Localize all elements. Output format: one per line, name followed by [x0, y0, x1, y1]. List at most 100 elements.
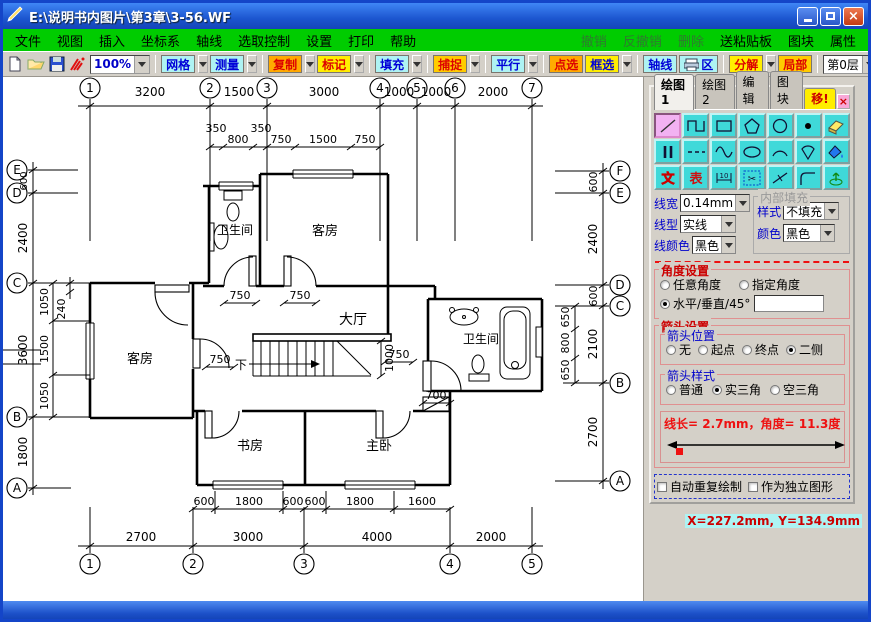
- line-color-dropdown-icon[interactable]: [721, 237, 735, 253]
- axis-button[interactable]: 轴线: [643, 55, 677, 73]
- print-region-button[interactable]: 区: [679, 55, 718, 73]
- dim: 350: [206, 122, 227, 135]
- line-width-combo[interactable]: 0.14mm: [680, 194, 750, 212]
- grid-dropdown[interactable]: [198, 55, 208, 73]
- snap-button[interactable]: 捕捉: [433, 55, 467, 73]
- fill-button[interactable]: 填充: [375, 55, 409, 73]
- fill-color-dropdown-icon[interactable]: [820, 225, 834, 241]
- fillet-tool[interactable]: [795, 165, 822, 190]
- fill-dropdown[interactable]: [412, 55, 422, 73]
- radio-hv45-angle[interactable]: 水平/垂直/45°: [660, 295, 750, 312]
- menu-redo[interactable]: 反撤销: [615, 31, 670, 50]
- menu-clipboard[interactable]: 送粘贴板: [712, 31, 780, 50]
- fill-style-dropdown-icon[interactable]: [824, 203, 838, 219]
- parallel-dropdown[interactable]: [528, 55, 538, 73]
- title-bar[interactable]: E:\说明书内图片\第3章\3-56.WF ×: [3, 3, 868, 29]
- mark-button[interactable]: 标记: [317, 55, 351, 73]
- rectangle-tool[interactable]: [710, 113, 737, 138]
- auto-repeat-checkbox[interactable]: 自动重复绘制: [657, 478, 742, 495]
- trim-tool[interactable]: ✂: [738, 165, 765, 190]
- table-tool[interactable]: 表: [682, 165, 709, 190]
- dim: 1050: [38, 382, 51, 410]
- circle-tool[interactable]: [767, 113, 794, 138]
- minimize-button[interactable]: [797, 7, 818, 26]
- paint-bucket-tool[interactable]: [823, 139, 850, 164]
- menu-select-control[interactable]: 选取控制: [230, 31, 298, 50]
- menu-insert[interactable]: 插入: [91, 31, 133, 50]
- radio-arrow-hollow-triangle-label: 空三角: [783, 381, 819, 398]
- break-line-tool[interactable]: [767, 165, 794, 190]
- line-color-combo[interactable]: 黑色: [692, 236, 736, 254]
- radio-arrow-hollow-triangle[interactable]: 空三角: [770, 381, 819, 398]
- dim: 800: [228, 133, 249, 146]
- tab-draw1[interactable]: 绘图1: [654, 74, 694, 110]
- menu-block[interactable]: 图块: [780, 31, 822, 50]
- menu-delete[interactable]: 删除: [670, 31, 712, 50]
- line-type-dropdown-icon[interactable]: [721, 216, 735, 232]
- menu-print[interactable]: 打印: [340, 31, 382, 50]
- maximize-button[interactable]: [820, 7, 841, 26]
- parallel-button[interactable]: 平行: [491, 55, 525, 73]
- box-select-dropdown[interactable]: [622, 55, 632, 73]
- fill-color-combo[interactable]: 黑色: [783, 224, 835, 242]
- ellipse-tool[interactable]: [738, 139, 765, 164]
- zoom-dropdown-icon[interactable]: [134, 56, 149, 73]
- panel-close-button[interactable]: ×: [837, 94, 850, 109]
- line-tool[interactable]: [654, 113, 681, 138]
- radio-arrow-solid-triangle[interactable]: 实三角: [712, 381, 761, 398]
- line-type-value: 实线: [681, 216, 721, 233]
- point-select-button[interactable]: 点选: [549, 55, 583, 73]
- curve-tool[interactable]: [710, 139, 737, 164]
- measure-button[interactable]: 测量: [210, 55, 244, 73]
- dim: 2400: [16, 223, 30, 254]
- brush-stamp-button[interactable]: [68, 54, 88, 74]
- open-file-button[interactable]: [26, 54, 46, 74]
- tab-edit[interactable]: 编辑: [736, 71, 769, 109]
- menu-properties[interactable]: 属性: [822, 31, 864, 50]
- line-type-combo[interactable]: 实线: [680, 215, 736, 233]
- close-button[interactable]: ×: [843, 7, 864, 26]
- menu-view[interactable]: 视图: [49, 31, 91, 50]
- drag-handle[interactable]: [676, 448, 683, 455]
- zoom-combo[interactable]: 100%: [90, 55, 150, 74]
- drawing-canvas[interactable]: 1 2 3 4 5 6 7 1 2 3 4 5 E D C: [3, 77, 643, 601]
- menu-file[interactable]: 文件: [7, 31, 49, 50]
- tab-draw2[interactable]: 绘图2: [695, 74, 734, 109]
- tab-move[interactable]: 移!: [804, 88, 835, 109]
- parallel-lines-tool[interactable]: [654, 139, 681, 164]
- sector-tool[interactable]: [795, 139, 822, 164]
- menu-coordsys[interactable]: 坐标系: [133, 31, 188, 50]
- mark-dropdown[interactable]: [354, 55, 364, 73]
- independent-shape-checkbox[interactable]: 作为独立图形: [748, 478, 833, 495]
- save-button[interactable]: [48, 54, 66, 74]
- snap-dropdown[interactable]: [470, 55, 480, 73]
- polygon-tool[interactable]: [738, 113, 765, 138]
- radio-specified-angle[interactable]: 指定角度: [739, 276, 800, 293]
- copy-dropdown[interactable]: [305, 55, 315, 73]
- line-width-dropdown-icon[interactable]: [735, 195, 749, 211]
- layer-dropdown-icon[interactable]: [862, 56, 871, 73]
- eraser-tool[interactable]: [823, 113, 850, 138]
- measure-dropdown[interactable]: [247, 55, 257, 73]
- arc-tool[interactable]: [767, 139, 794, 164]
- dimension-tool[interactable]: 10: [710, 165, 737, 190]
- grid-button[interactable]: 网格: [161, 55, 195, 73]
- radio-arrow-end[interactable]: 终点: [742, 341, 779, 358]
- point-tool[interactable]: [795, 113, 822, 138]
- menu-settings[interactable]: 设置: [298, 31, 340, 50]
- box-select-button[interactable]: 框选: [585, 55, 619, 73]
- tab-block[interactable]: 图块: [770, 71, 803, 109]
- menu-help[interactable]: 帮助: [382, 31, 424, 50]
- axis-label: 2: [189, 557, 197, 571]
- copy-button[interactable]: 复制: [268, 55, 302, 73]
- text-tool[interactable]: 文: [654, 165, 681, 190]
- radio-arrow-both[interactable]: 二侧: [786, 341, 823, 358]
- menu-axis[interactable]: 轴线: [188, 31, 230, 50]
- new-file-button[interactable]: [6, 54, 24, 74]
- elevation-tool[interactable]: [823, 165, 850, 190]
- polyline-tool[interactable]: [682, 113, 709, 138]
- menu-undo[interactable]: 撤销: [573, 31, 615, 50]
- angle-value-input[interactable]: [754, 295, 824, 312]
- layer-combo[interactable]: 第0层: [823, 55, 871, 74]
- dashed-line-tool[interactable]: [682, 139, 709, 164]
